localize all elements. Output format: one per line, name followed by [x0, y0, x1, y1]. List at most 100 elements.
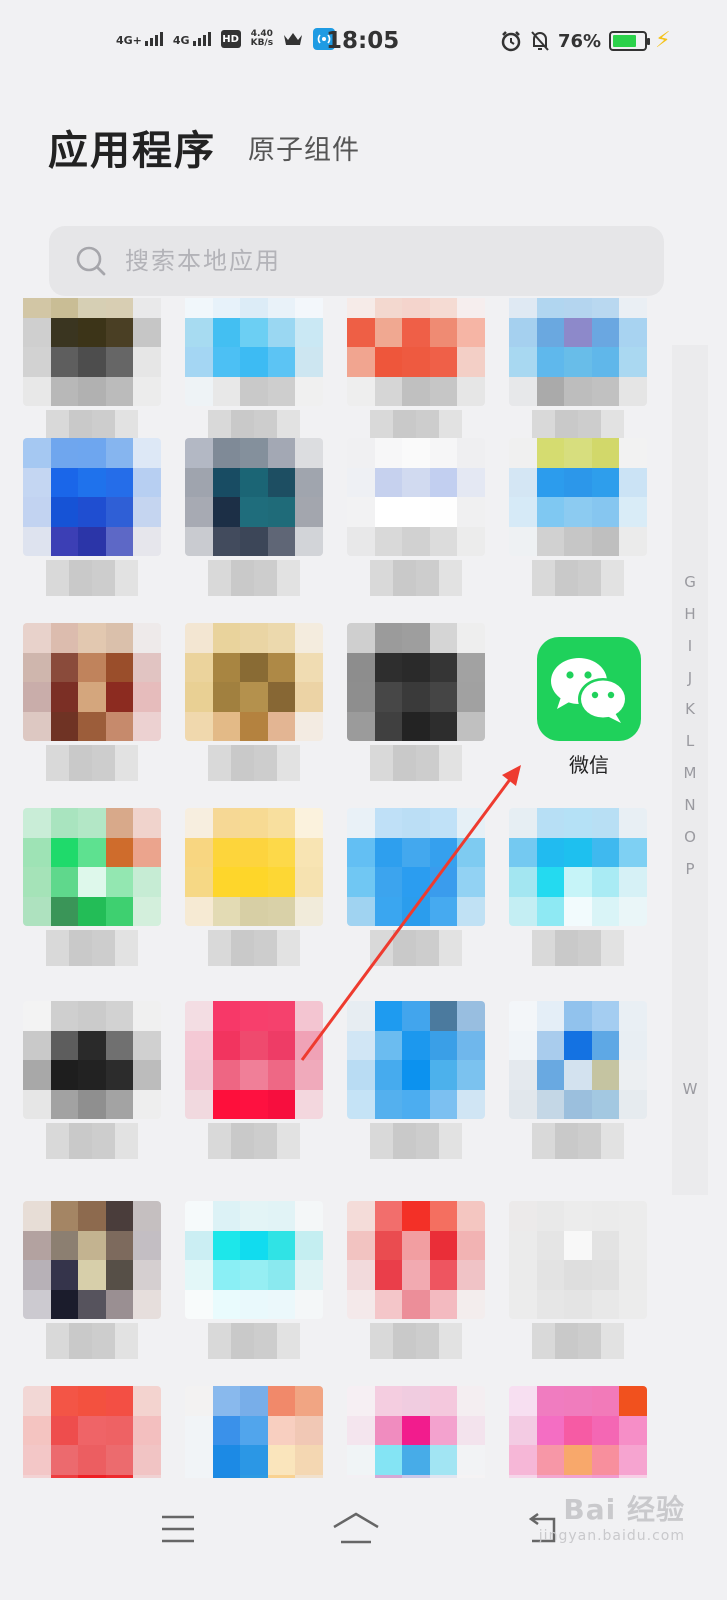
app-tile[interactable]: [185, 298, 323, 448]
app-label-blurred: [46, 1323, 138, 1359]
network-label: 4G: [172, 34, 190, 47]
app-tile[interactable]: [185, 623, 323, 783]
app-label-blurred: [370, 1323, 462, 1359]
app-icon: [23, 1386, 161, 1478]
app-tile[interactable]: [347, 808, 485, 968]
app-icon: [347, 438, 485, 556]
app-tile[interactable]: [23, 623, 161, 783]
app-tile[interactable]: [509, 1386, 647, 1478]
search-input[interactable]: [125, 247, 605, 275]
app-icon: [347, 623, 485, 741]
app-icon: [347, 1386, 485, 1478]
menu-icon: [162, 1515, 194, 1543]
app-icon: [509, 298, 647, 406]
page-title: 应用程序: [48, 128, 216, 174]
search-icon: [76, 246, 106, 276]
index-letter-w[interactable]: W: [672, 1080, 708, 1098]
app-tile[interactable]: [23, 808, 161, 968]
app-icon: [185, 1201, 323, 1319]
app-tile[interactable]: [23, 1001, 161, 1161]
app-icon: [23, 808, 161, 926]
signal-icon: [144, 32, 163, 46]
battery-level: [613, 35, 636, 47]
net-speed-unit: KB/s: [250, 38, 274, 48]
app-icon: [347, 1201, 485, 1319]
app-tile[interactable]: [347, 298, 485, 448]
baidu-watermark-logo: Bai 经验 jingyan.baidu.com: [538, 1493, 685, 1544]
app-label-blurred: [208, 1123, 300, 1159]
index-letter-p[interactable]: P: [672, 860, 708, 878]
app-icon: [185, 623, 323, 741]
status-left: 4G+ 4G HD 4.40 KB/s: [116, 28, 336, 50]
app-tile[interactable]: [185, 808, 323, 968]
app-label-blurred: [370, 1123, 462, 1159]
app-tile[interactable]: [509, 1201, 647, 1361]
home-button[interactable]: [326, 1504, 386, 1554]
app-tile[interactable]: [347, 1201, 485, 1361]
app-label-blurred: [208, 930, 300, 966]
app-tile[interactable]: [185, 1386, 323, 1478]
app-icon: [23, 298, 161, 406]
alarm-icon: [501, 31, 521, 52]
index-letter-j[interactable]: J: [672, 669, 708, 687]
index-letter-l[interactable]: L: [672, 732, 708, 750]
index-letter-h[interactable]: H: [672, 605, 708, 623]
app-tile[interactable]: [347, 1386, 485, 1478]
app-tile[interactable]: [23, 1386, 161, 1478]
charging-bolt-icon: ⚡: [655, 28, 671, 53]
app-tile[interactable]: [509, 1001, 647, 1161]
index-letter-i[interactable]: I: [672, 637, 708, 655]
app-icon: [509, 438, 647, 556]
app-label-blurred: [208, 560, 300, 596]
app-wechat[interactable]: 微信: [537, 637, 641, 782]
app-tile[interactable]: [23, 438, 161, 598]
hd-voice-icon: HD: [220, 30, 241, 48]
app-icon: [185, 1001, 323, 1119]
app-label-blurred: [532, 930, 624, 966]
app-grid: [0, 298, 727, 1478]
app-label: 微信: [569, 753, 609, 777]
index-letter-o[interactable]: O: [672, 828, 708, 846]
app-tile[interactable]: [185, 438, 323, 598]
signal-icon: [192, 32, 211, 46]
app-tile[interactable]: [23, 1201, 161, 1361]
app-tile[interactable]: [347, 1001, 485, 1161]
app-icon: [347, 808, 485, 926]
mute-bell-icon: [531, 31, 549, 51]
index-letter-k[interactable]: K: [672, 700, 708, 718]
app-icon: [185, 438, 323, 556]
app-tile[interactable]: [509, 808, 647, 968]
alphabet-index-bar[interactable]: GHIJKLMNOP W: [672, 345, 708, 1195]
index-letter-g[interactable]: G: [672, 573, 708, 591]
app-tile[interactable]: [347, 623, 485, 783]
app-icon: [347, 298, 485, 406]
app-tile[interactable]: [509, 438, 647, 598]
search-bar[interactable]: [49, 226, 664, 296]
app-icon: [509, 1201, 647, 1319]
crown-icon: [284, 33, 303, 45]
app-icon: [509, 1386, 647, 1478]
app-tile[interactable]: [23, 298, 161, 448]
app-icon: [185, 298, 323, 406]
index-letter-n[interactable]: N: [672, 796, 708, 814]
network-4g-plus: 4G+: [116, 32, 163, 46]
clock: 18:05: [326, 28, 400, 54]
menu-button[interactable]: [148, 1504, 208, 1554]
app-tile[interactable]: [185, 1001, 323, 1161]
app-tile[interactable]: [509, 298, 647, 448]
tab-atomic-components[interactable]: 原子组件: [248, 128, 360, 167]
app-label-blurred: [46, 560, 138, 596]
app-tile[interactable]: [347, 438, 485, 598]
battery-icon: [609, 31, 651, 51]
app-tile[interactable]: [185, 1201, 323, 1361]
app-icon: [509, 808, 647, 926]
app-icon: [23, 623, 161, 741]
app-icon: [185, 808, 323, 926]
app-label-blurred: [370, 930, 462, 966]
index-letter-m[interactable]: M: [672, 764, 708, 782]
app-icon: [23, 1201, 161, 1319]
net-speed: 4.40 KB/s: [251, 30, 273, 48]
app-label-blurred: [208, 1323, 300, 1359]
app-icon: [509, 1001, 647, 1119]
status-bar: 4G+ 4G HD 4.40 KB/s 18:05 76% ⚡: [0, 0, 727, 90]
